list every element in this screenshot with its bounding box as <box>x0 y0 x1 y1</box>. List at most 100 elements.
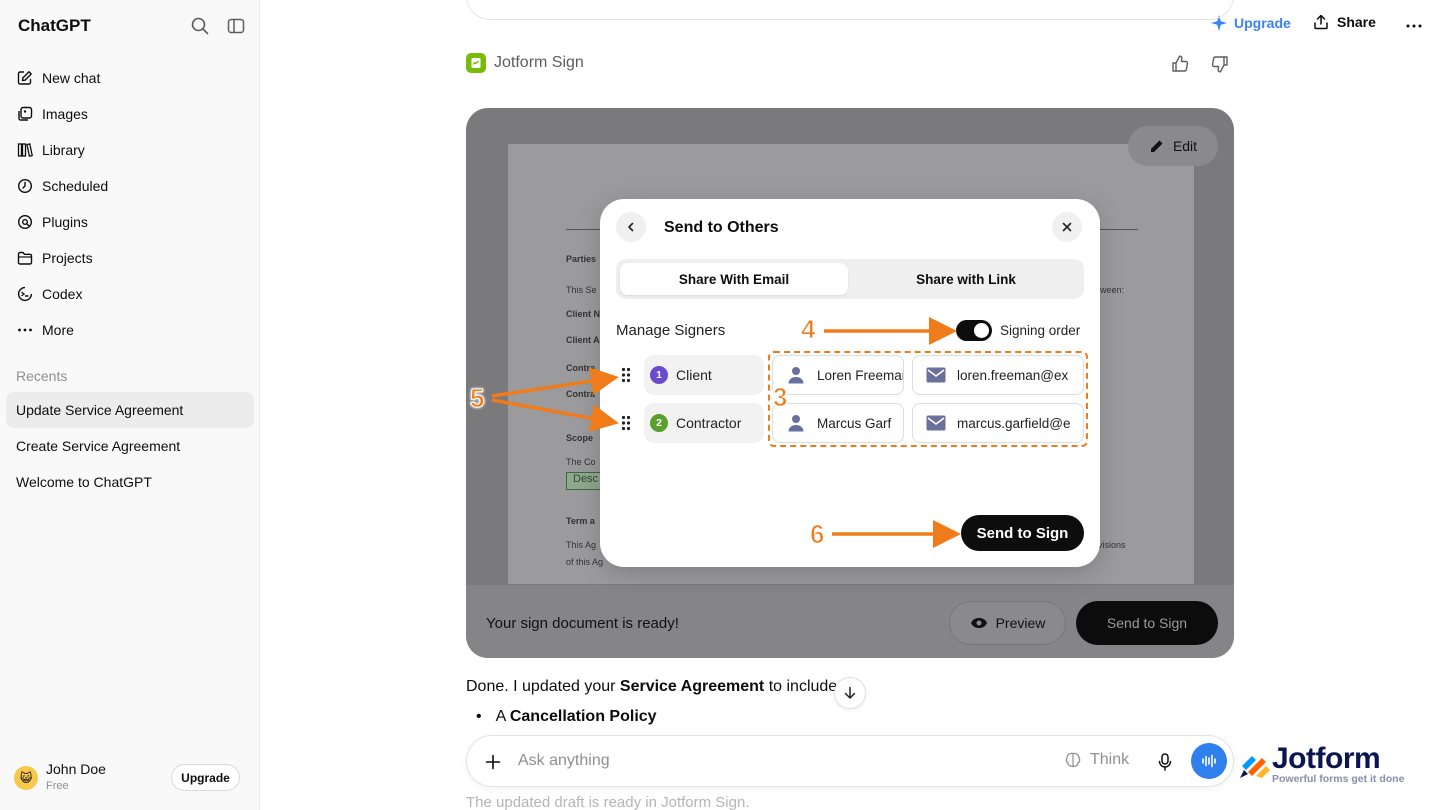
recents-heading: Recents <box>16 368 68 384</box>
sidebar-item-plugins[interactable]: Plugins <box>8 204 252 240</box>
card-send-to-sign-button[interactable]: Send to Sign <box>1076 601 1218 645</box>
annotation-number: 4 <box>800 314 816 345</box>
images-icon <box>16 105 34 123</box>
scroll-down-icon[interactable] <box>834 677 866 709</box>
document-text: ween: <box>1100 285 1125 295</box>
app-title: ChatGPT <box>18 16 91 35</box>
document-text: Scope <box>566 433 594 443</box>
plugins-icon <box>16 213 34 231</box>
tab-share-with-email[interactable]: Share With Email <box>620 263 848 295</box>
codex-icon <box>16 285 34 303</box>
reply-text: Done. I updated your <box>466 678 620 695</box>
search-icon[interactable] <box>188 14 212 38</box>
send-to-sign-button[interactable]: Send to Sign <box>961 515 1084 551</box>
document-text: Parties <box>566 254 597 264</box>
previous-message-bubble <box>466 0 1234 20</box>
sidebar-item-codex[interactable]: Codex <box>8 276 252 312</box>
sidebar-item-label: More <box>42 322 74 338</box>
recent-chat-item[interactable]: Update Service Agreement <box>6 392 254 428</box>
sidebar-item-projects[interactable]: Projects <box>8 240 252 276</box>
preview-label: Preview <box>995 615 1046 631</box>
user-profile[interactable]: 😺 John Doe Free Upgrade <box>14 760 246 796</box>
recents-list: Update Service Agreement Create Service … <box>6 392 254 500</box>
voice-mode-icon[interactable] <box>1191 743 1227 779</box>
document-text: visions <box>1098 540 1126 550</box>
sidebar-item-new-chat[interactable]: New chat <box>8 60 252 96</box>
faded-message-text: The updated draft is ready in Jotform Si… <box>466 794 750 810</box>
tab-share-with-link[interactable]: Share with Link <box>852 263 1080 295</box>
recent-chat-item[interactable]: Welcome to ChatGPT <box>6 464 254 500</box>
chat-input[interactable]: Ask anything <box>518 752 610 770</box>
user-name: John Doe <box>46 761 106 777</box>
document-text: This Se <box>566 285 597 295</box>
bullet-bold-text: Cancellation Policy <box>509 708 657 725</box>
sidebar-item-images[interactable]: Images <box>8 96 252 132</box>
sidebar-item-scheduled[interactable]: Scheduled <box>8 168 252 204</box>
sidebar-nav: New chat Images Library Scheduled Plugin… <box>8 60 252 348</box>
jotform-sign-logo-icon <box>466 53 486 73</box>
document-text: Contra <box>566 363 595 373</box>
document-text: Client N <box>566 309 601 319</box>
brain-icon <box>1064 751 1082 769</box>
share-icon <box>1313 14 1329 30</box>
document-text: Client A <box>566 335 600 345</box>
sidebar-item-label: Images <box>42 106 88 122</box>
recent-chat-item[interactable]: Create Service Agreement <box>6 428 254 464</box>
more-icon <box>16 321 34 339</box>
preview-button[interactable]: Preview <box>949 601 1066 645</box>
edit-label: Edit <box>1172 138 1198 154</box>
jotform-logo-icon <box>1240 756 1270 778</box>
sidebar-item-more[interactable]: More <box>8 312 252 348</box>
clock-icon <box>16 177 34 195</box>
sidebar-upgrade-button[interactable]: Upgrade <box>171 764 240 791</box>
thumbs-down-icon[interactable] <box>1210 54 1230 74</box>
microphone-icon[interactable] <box>1153 750 1177 774</box>
close-icon[interactable] <box>1052 212 1082 242</box>
sidebar-item-label: Scheduled <box>42 178 109 194</box>
signer-role-label: Client <box>676 367 712 383</box>
document-text: The Co <box>566 457 596 467</box>
annotation-highlight-box <box>768 351 1088 447</box>
signing-order-label: Signing order <box>1000 323 1081 338</box>
bullet-dot: • <box>476 708 482 725</box>
thumbs-up-icon[interactable] <box>1170 54 1190 74</box>
plus-icon[interactable] <box>481 750 505 774</box>
sidebar-item-library[interactable]: Library <box>8 132 252 168</box>
jotform-brand: Jotform <box>1272 742 1381 775</box>
document-text: This Ag <box>566 540 597 550</box>
sidebar-item-label: Library <box>42 142 85 158</box>
think-label: Think <box>1090 751 1130 768</box>
signer-role-client[interactable]: 1 Client <box>644 355 764 395</box>
modal-title: Send to Others <box>664 219 779 236</box>
signing-order-toggle[interactable] <box>956 320 992 341</box>
back-arrow-icon[interactable] <box>616 212 646 242</box>
plugin-header: Jotform Sign <box>466 53 584 73</box>
more-options-icon[interactable] <box>1400 12 1428 40</box>
think-button[interactable]: Think <box>1064 751 1129 769</box>
pencil-icon <box>1149 138 1165 154</box>
edit-document-button[interactable]: Edit <box>1128 126 1218 166</box>
share-tabs: Share With Email Share with Link <box>616 259 1084 299</box>
sidebar-item-label: Plugins <box>42 214 88 230</box>
document-text: of this Ag <box>566 557 604 567</box>
eye-icon <box>970 617 988 629</box>
bullet-text: A <box>495 708 510 725</box>
edit-icon <box>16 69 34 87</box>
sidebar-toggle-icon[interactable] <box>224 14 248 38</box>
signer-order-badge: 2 <box>650 414 668 432</box>
drag-handle-icon[interactable] <box>621 415 631 431</box>
annotation-number: 3 <box>772 382 788 413</box>
signer-role-contractor[interactable]: 2 Contractor <box>644 403 764 443</box>
document-text: Term a <box>566 516 595 526</box>
drag-handle-icon[interactable] <box>621 367 631 383</box>
plugin-name: Jotform Sign <box>494 54 584 71</box>
card-footer: Your sign document is ready! Preview Sen… <box>466 585 1234 658</box>
sidebar: ChatGPT New chat Images Library Schedule… <box>0 0 260 810</box>
manage-signers-label: Manage Signers <box>616 322 726 339</box>
reply-bold-text: Service Agreement <box>619 678 765 695</box>
annotation-number: 6 <box>809 519 825 550</box>
document-text: Contra <box>566 389 595 399</box>
share-label: Share <box>1337 14 1376 30</box>
jotform-watermark: Jotform Powerful forms get it done <box>1238 742 1408 788</box>
share-button[interactable]: Share <box>1313 14 1376 30</box>
